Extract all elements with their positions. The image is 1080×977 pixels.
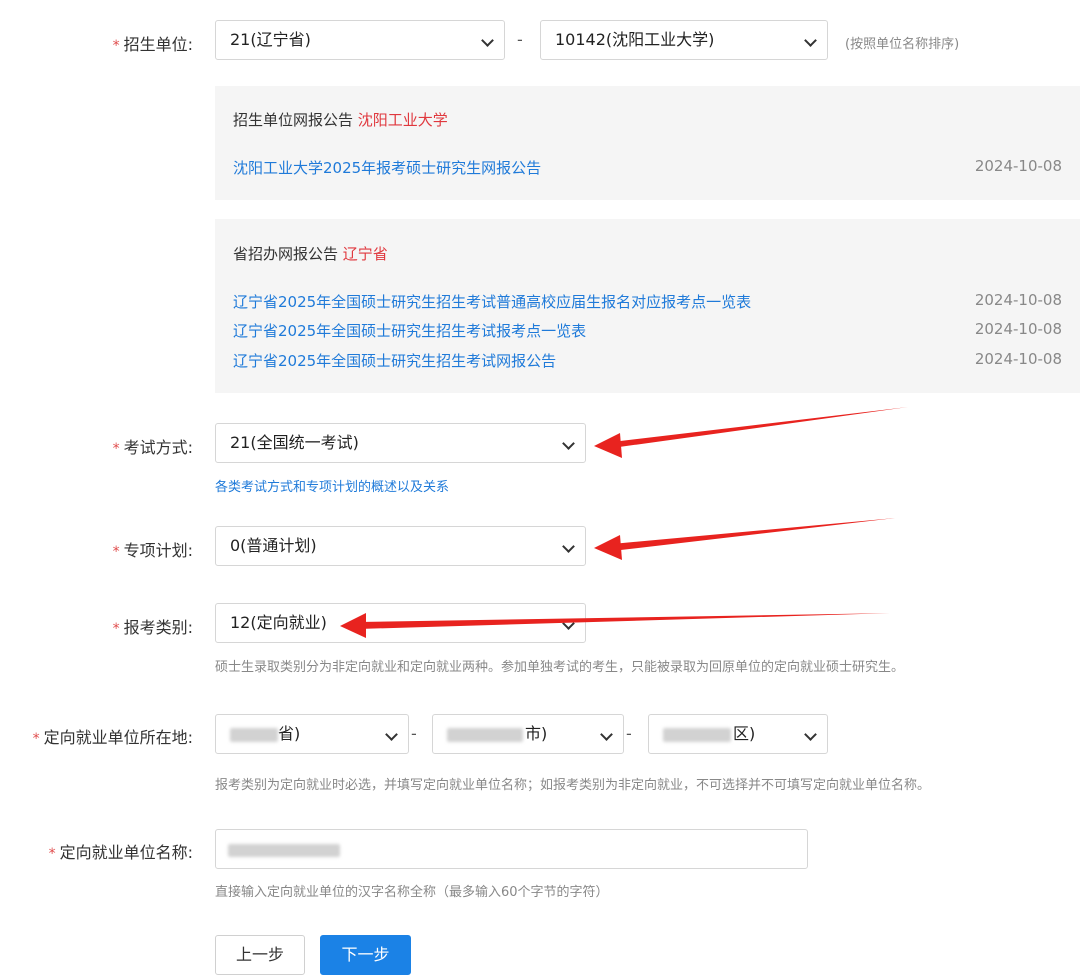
separator: - xyxy=(411,724,417,743)
required-mark: * xyxy=(32,731,40,747)
province-select[interactable]: 21(辽宁省) xyxy=(215,20,505,60)
separator: - xyxy=(626,724,632,743)
chevron-down-icon xyxy=(385,728,398,741)
category-label: * 报考类别: xyxy=(113,614,193,638)
province-notice-title-prefix: 省招办网报公告 xyxy=(233,245,339,263)
required-mark: * xyxy=(112,441,120,457)
province-notice-title-highlight: 辽宁省 xyxy=(342,245,388,263)
exam-mode-label-text: 考试方式: xyxy=(123,438,193,457)
school-notice-link[interactable]: 沈阳工业大学2025年报考硕士研究生网报公告 xyxy=(233,157,541,178)
redacted-text xyxy=(663,728,731,742)
employer-district-select[interactable]: 区) xyxy=(648,714,828,754)
employer-name-label: * 定向就业单位名称: xyxy=(49,839,193,863)
chevron-down-icon xyxy=(562,540,575,553)
special-plan-select[interactable]: 0(普通计划) xyxy=(215,526,586,566)
red-arrow-icon xyxy=(594,518,895,560)
next-button[interactable]: 下一步 xyxy=(320,935,411,975)
redacted-text xyxy=(230,728,278,742)
unit-label-text: 招生单位: xyxy=(123,35,193,54)
category-select[interactable]: 12(定向就业) xyxy=(215,603,586,643)
employer-city-value: 市) xyxy=(525,724,548,743)
chevron-down-icon xyxy=(804,728,817,741)
required-mark: * xyxy=(112,621,120,637)
school-select[interactable]: 10142(沈阳工业大学) xyxy=(540,20,828,60)
employer-province-value: 省) xyxy=(278,724,301,743)
separator: - xyxy=(517,30,523,49)
required-mark: * xyxy=(112,38,120,54)
school-notice-date: 2024-10-08 xyxy=(974,157,1062,175)
chevron-down-icon xyxy=(562,617,575,630)
unit-label: * 招生单位: xyxy=(113,31,193,55)
employer-location-label-text: 定向就业单位所在地: xyxy=(43,728,193,747)
employer-city-select[interactable]: 市) xyxy=(432,714,624,754)
required-mark: * xyxy=(48,846,56,862)
province-notice-date: 2024-10-08 xyxy=(974,291,1062,309)
province-notice-link[interactable]: 辽宁省2025年全国硕士研究生招生考试报考点一览表 xyxy=(233,320,586,341)
special-plan-select-value: 0(普通计划) xyxy=(230,536,317,555)
category-hint: 硕士生录取类别分为非定向就业和定向就业两种。参加单独考试的考生，只能被录取为回原… xyxy=(215,660,905,675)
school-select-value: 10142(沈阳工业大学) xyxy=(555,30,715,49)
school-notice-title: 招生单位网报公告 沈阳工业大学 xyxy=(233,109,448,130)
employer-name-label-text: 定向就业单位名称: xyxy=(59,843,193,862)
required-mark: * xyxy=(112,544,120,560)
special-plan-label: * 专项计划: xyxy=(113,537,193,561)
category-select-value: 12(定向就业) xyxy=(230,613,327,632)
chevron-down-icon xyxy=(562,437,575,450)
employer-location-hint: 报考类别为定向就业时必选，并填写定向就业单位名称；如报考类别为非定向就业，不可选… xyxy=(215,778,931,793)
prev-button[interactable]: 上一步 xyxy=(215,935,305,975)
exam-mode-label: * 考试方式: xyxy=(113,434,193,458)
category-label-text: 报考类别: xyxy=(123,618,193,637)
exam-mode-select[interactable]: 21(全国统一考试) xyxy=(215,423,586,463)
school-notice-title-prefix: 招生单位网报公告 xyxy=(233,111,354,129)
province-notice-title: 省招办网报公告 辽宁省 xyxy=(233,243,388,264)
employer-province-select[interactable]: 省) xyxy=(215,714,409,754)
red-arrow-icon xyxy=(594,407,908,458)
chevron-down-icon xyxy=(600,728,613,741)
sort-hint: (按照单位名称排序) xyxy=(845,37,960,52)
chevron-down-icon xyxy=(481,34,494,47)
employer-name-hint: 直接输入定向就业单位的汉字名称全称（最多输入60个字节的字符） xyxy=(215,885,609,900)
exam-mode-help-link[interactable]: 各类考试方式和专项计划的概述以及关系 xyxy=(215,476,449,495)
school-notice-panel xyxy=(215,86,1080,200)
employer-name-input[interactable] xyxy=(215,829,808,869)
school-notice-title-highlight: 沈阳工业大学 xyxy=(357,111,448,129)
province-notice-link[interactable]: 辽宁省2025年全国硕士研究生招生考试网报公告 xyxy=(233,350,556,371)
employer-district-value: 区) xyxy=(733,724,756,743)
exam-mode-select-value: 21(全国统一考试) xyxy=(230,433,359,452)
province-notice-link[interactable]: 辽宁省2025年全国硕士研究生招生考试普通高校应届生报名对应报考点一览表 xyxy=(233,291,751,312)
province-select-value: 21(辽宁省) xyxy=(230,30,311,49)
redacted-text xyxy=(447,728,523,742)
chevron-down-icon xyxy=(804,34,817,47)
employer-location-label: * 定向就业单位所在地: xyxy=(33,724,193,748)
province-notice-date: 2024-10-08 xyxy=(974,350,1062,368)
province-notice-date: 2024-10-08 xyxy=(974,320,1062,338)
redacted-text xyxy=(228,844,340,857)
special-plan-label-text: 专项计划: xyxy=(123,541,193,560)
